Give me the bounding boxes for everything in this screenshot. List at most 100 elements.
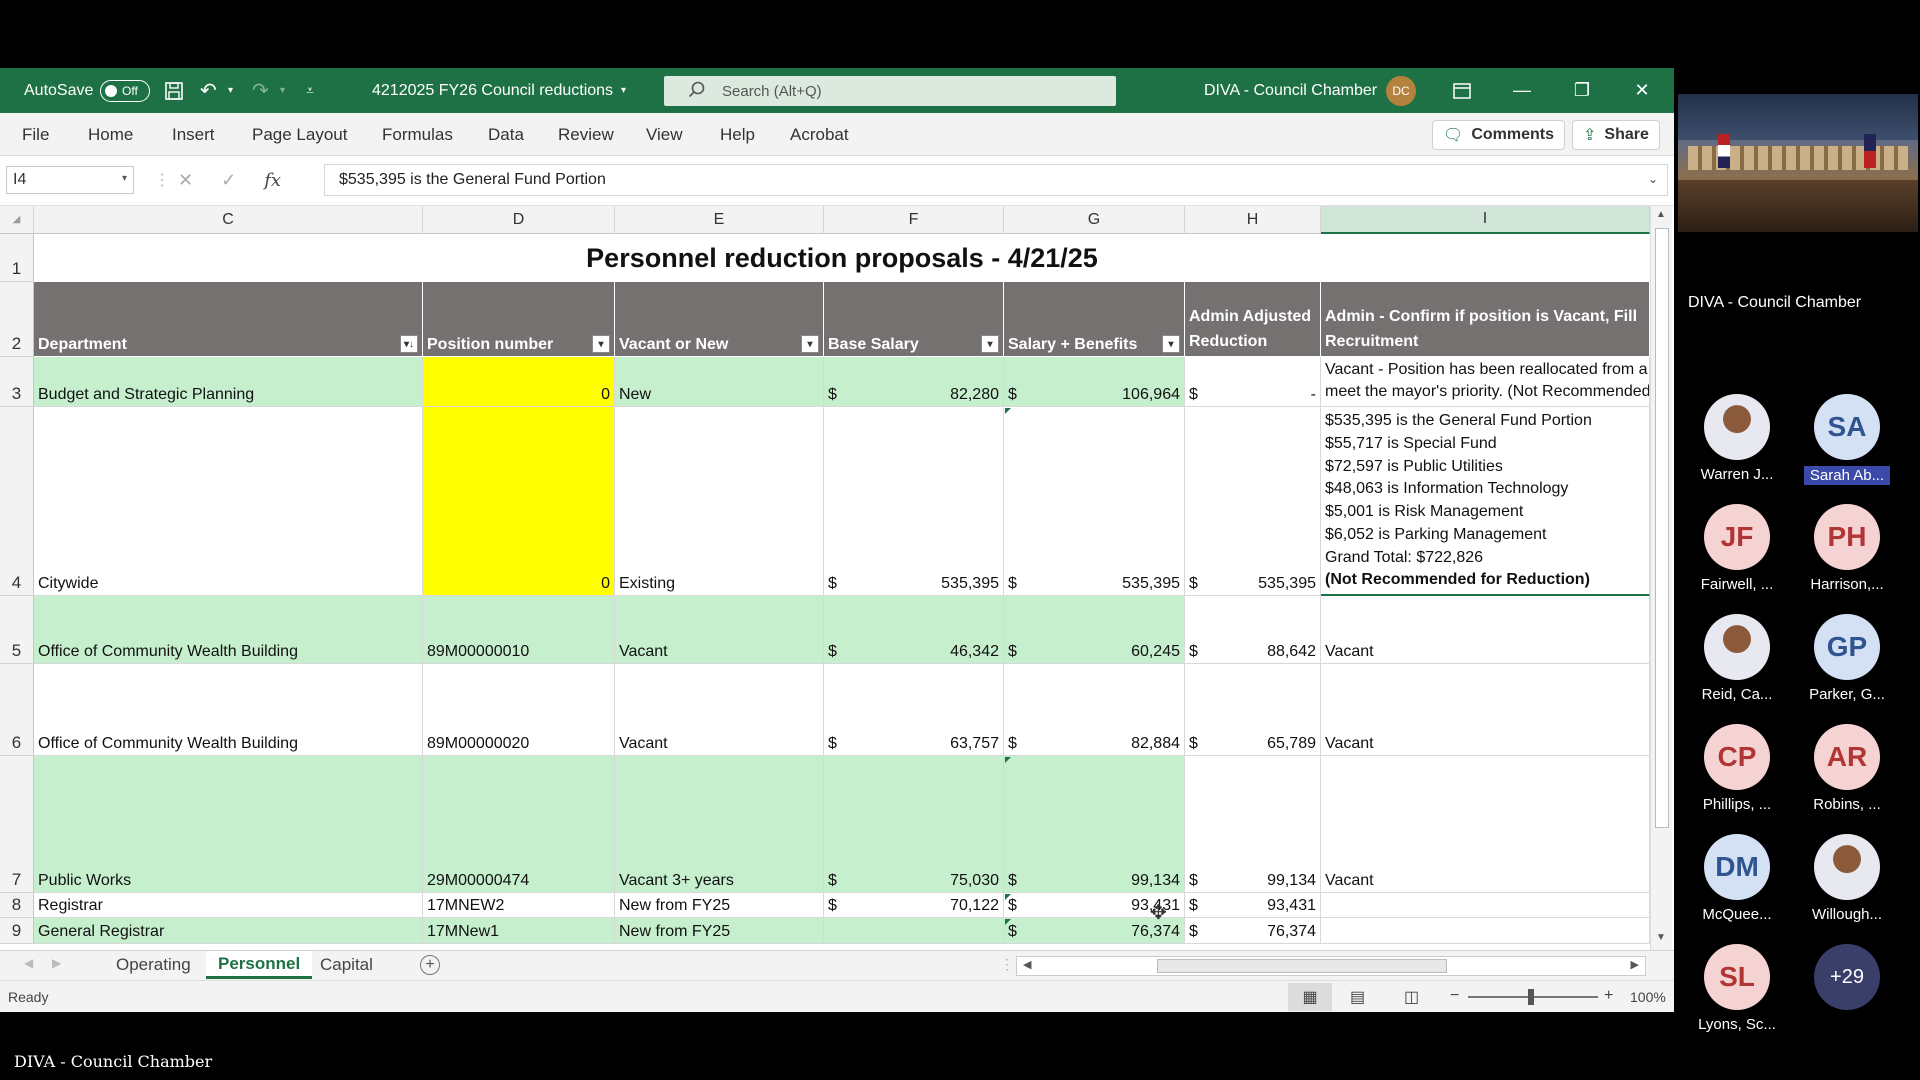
menu-home[interactable]: Home xyxy=(88,113,133,156)
cell-admin-adjusted[interactable]: $535,395 xyxy=(1185,407,1321,596)
sheet-title[interactable]: Personnel reduction proposals - 4/21/25 xyxy=(34,234,1650,282)
cell-salary-benefits[interactable]: $535,395 xyxy=(1004,407,1185,596)
normal-view-icon[interactable]: ▦ xyxy=(1288,983,1332,1011)
vertical-scrollbar[interactable]: ▲ ▼ xyxy=(1650,206,1672,950)
autosave-toggle[interactable]: Off xyxy=(100,79,150,102)
ribbon-display-icon[interactable] xyxy=(1432,68,1492,113)
cell-salary-benefits[interactable]: $82,884 xyxy=(1004,664,1185,756)
participant-tile[interactable]: Reid, Ca... xyxy=(1682,614,1792,714)
cell-department[interactable]: Office of Community Wealth Building xyxy=(34,664,423,756)
customize-toolbar-icon[interactable]: ⩡ xyxy=(306,68,314,113)
account-avatar[interactable]: DC xyxy=(1386,75,1416,106)
row-header-3[interactable]: 3 xyxy=(0,357,34,407)
menu-review[interactable]: Review xyxy=(558,113,614,156)
cell-vacant-or-new[interactable]: Vacant xyxy=(615,596,824,664)
tab-operating[interactable]: Operating xyxy=(104,951,203,979)
file-name[interactable]: 4212025 FY26 Council reductions ▾ xyxy=(372,68,626,113)
menu-help[interactable]: Help xyxy=(720,113,755,156)
cell-admin-confirm[interactable] xyxy=(1321,918,1650,944)
col-header-h[interactable]: H xyxy=(1185,206,1321,234)
scroll-down-icon[interactable]: ▼ xyxy=(1656,932,1666,943)
header-salary-benefits[interactable]: Salary + Benefits ▾ xyxy=(1004,282,1185,357)
undo-icon[interactable]: ↶ xyxy=(200,68,217,113)
redo-dropdown-icon[interactable]: ▾ xyxy=(280,68,285,113)
zoom-slider-thumb[interactable] xyxy=(1528,989,1534,1005)
menu-insert[interactable]: Insert xyxy=(172,113,215,156)
cell-position-number[interactable]: 29M00000474 xyxy=(423,756,615,893)
horizontal-scroll-thumb[interactable] xyxy=(1157,959,1447,973)
col-header-e[interactable]: E xyxy=(615,206,824,234)
cell-department[interactable]: General Registrar xyxy=(34,918,423,944)
menu-page-layout[interactable]: Page Layout xyxy=(252,113,347,156)
participant-tile[interactable]: Warren J... xyxy=(1682,394,1792,494)
redo-icon[interactable]: ↷ xyxy=(252,68,269,113)
comments-button[interactable]: 🗨 Comments xyxy=(1432,120,1565,150)
expand-formula-bar-icon[interactable]: ⌄ xyxy=(1648,172,1658,186)
menu-file[interactable]: File xyxy=(22,113,49,156)
cell-salary-benefits[interactable]: $60,245 xyxy=(1004,596,1185,664)
participant-tile[interactable]: DM McQuee... xyxy=(1682,834,1792,934)
participant-tile[interactable]: GP Parker, G... xyxy=(1792,614,1902,714)
cell-admin-adjusted[interactable]: $65,789 xyxy=(1185,664,1321,756)
menu-view[interactable]: View xyxy=(646,113,683,156)
header-admin-adjusted[interactable]: Admin Adjusted Reduction xyxy=(1185,282,1321,357)
menu-data[interactable]: Data xyxy=(488,113,524,156)
formula-input[interactable]: $535,395 is the General Fund Portion xyxy=(324,164,1668,196)
zoom-in-icon[interactable]: + xyxy=(1604,987,1613,1005)
cell-base-salary[interactable]: $63,757 xyxy=(824,664,1004,756)
tab-scroll-right-icon[interactable]: ▶ xyxy=(52,956,61,970)
name-box[interactable]: I4 ▾ xyxy=(6,166,134,194)
row-header-2[interactable]: 2 xyxy=(0,282,34,357)
row-header-5[interactable]: 5 xyxy=(0,596,34,664)
cell-vacant-or-new[interactable]: New from FY25 xyxy=(615,893,824,918)
page-break-view-icon[interactable]: ◫ xyxy=(1404,987,1419,1007)
vertical-scroll-thumb[interactable] xyxy=(1655,228,1669,828)
cell-department[interactable]: Office of Community Wealth Building xyxy=(34,596,423,664)
cell-position-number[interactable]: 89M00000020 xyxy=(423,664,615,756)
participant-tile[interactable]: AR Robins, ... xyxy=(1792,724,1902,824)
add-sheet-icon[interactable]: + xyxy=(420,955,440,975)
col-header-i[interactable]: I xyxy=(1321,206,1650,234)
col-header-f[interactable]: F xyxy=(824,206,1004,234)
cell-department[interactable]: Public Works xyxy=(34,756,423,893)
cell-admin-confirm[interactable]: Vacant xyxy=(1321,756,1650,893)
cell-department[interactable]: Budget and Strategic Planning xyxy=(34,357,423,407)
menu-formulas[interactable]: Formulas xyxy=(382,113,453,156)
filter-dropdown-icon[interactable]: ▾ xyxy=(981,335,999,353)
col-header-c[interactable]: C xyxy=(34,206,423,234)
col-header-g[interactable]: G xyxy=(1004,206,1185,234)
name-box-dropdown-icon[interactable]: ▾ xyxy=(122,173,127,184)
cell-admin-adjusted[interactable]: $ - xyxy=(1185,357,1321,407)
cell-admin-confirm-selected[interactable]: $535,395 is the General Fund Portion $55… xyxy=(1321,407,1650,596)
cell-admin-confirm[interactable]: Vacant xyxy=(1321,664,1650,756)
row-header-8[interactable]: 8 xyxy=(0,893,34,918)
cell-position-number[interactable]: 0 xyxy=(423,357,615,407)
restore-icon[interactable]: ❐ xyxy=(1552,68,1612,113)
spreadsheet-grid[interactable]: ◢ C D E F G H I 1 Personnel reduction pr… xyxy=(0,206,1674,950)
cell-base-salary[interactable]: $75,030 xyxy=(824,756,1004,893)
save-icon[interactable] xyxy=(164,68,184,113)
cell-position-number[interactable]: 89M00000010 xyxy=(423,596,615,664)
menu-acrobat[interactable]: Acrobat xyxy=(790,113,849,156)
row-header-1[interactable]: 1 xyxy=(0,234,34,282)
row-header-7[interactable]: 7 xyxy=(0,756,34,893)
cell-position-number[interactable]: 17MNew1 xyxy=(423,918,615,944)
cell-vacant-or-new[interactable]: Vacant xyxy=(615,664,824,756)
close-icon[interactable]: ✕ xyxy=(1612,68,1672,113)
header-position-number[interactable]: Position number ▾ xyxy=(423,282,615,357)
tab-scroll-left-icon[interactable]: ◀ xyxy=(24,956,33,970)
row-header-6[interactable]: 6 xyxy=(0,664,34,756)
filter-dropdown-icon[interactable]: ▾ xyxy=(592,335,610,353)
cell-position-number[interactable]: 0 xyxy=(423,407,615,596)
undo-dropdown-icon[interactable]: ▾ xyxy=(228,68,233,113)
cell-admin-adjusted[interactable]: $88,642 xyxy=(1185,596,1321,664)
cell-salary-benefits[interactable]: $99,134 xyxy=(1004,756,1185,893)
tab-capital[interactable]: Capital xyxy=(308,951,385,979)
cell-base-salary[interactable]: $535,395 xyxy=(824,407,1004,596)
cancel-icon[interactable]: ✕ xyxy=(178,170,193,191)
cell-vacant-or-new[interactable]: Vacant 3+ years xyxy=(615,756,824,893)
scroll-left-icon[interactable]: ◀ xyxy=(1023,958,1031,971)
enter-icon[interactable]: ✓ xyxy=(221,170,236,191)
cell-base-salary[interactable]: $70,122 xyxy=(824,893,1004,918)
cell-vacant-or-new[interactable]: New xyxy=(615,357,824,407)
